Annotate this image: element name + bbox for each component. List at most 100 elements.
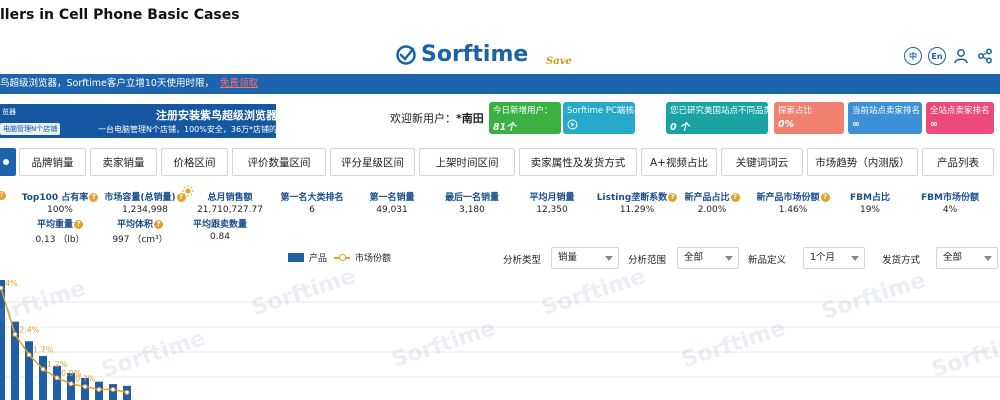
tab-active[interactable] (0, 148, 16, 176)
help-icon[interactable]: ? (730, 193, 740, 202)
chart-share-point[interactable] (12, 331, 18, 337)
ad-left: 览器 电脑管理N个店铺 (0, 106, 66, 136)
user-icon[interactable] (952, 47, 970, 65)
header-icons: 中 En (904, 47, 994, 65)
chart-share-point[interactable] (110, 387, 116, 392)
notice-bar: 鸟超级浏览器，Sorftime客户立增10天使用时限， 免费领取 (0, 74, 1000, 94)
chart-share-point[interactable] (96, 387, 102, 392)
tab-rating-range[interactable]: 评分星级区间 (330, 148, 415, 176)
help-icon[interactable]: ? (89, 193, 99, 202)
chart-share-point[interactable] (0, 285, 4, 291)
language-zh-icon[interactable]: 中 (904, 47, 922, 65)
stat-card-value: 0 个 (670, 122, 690, 133)
metric-top100-share: Top100 占有率? 100% (20, 190, 100, 215)
metric-avg-weight: 平均重量? 0.13 （lb） (35, 220, 85, 245)
tab-seller-sales[interactable]: 卖家销量 (90, 148, 157, 176)
brand-name: Sorftime (421, 42, 529, 67)
ad-top-left: 览器 (2, 108, 16, 116)
metric-fbm-share: FBM市场份额 4% (921, 193, 979, 215)
metric-market-capacity: 市场容量(总销量)? 1,234,998 (100, 190, 190, 215)
language-en-icon[interactable]: En (928, 47, 946, 65)
stat-card-site-rank[interactable]: 当前站点卖家排名 ∞ (848, 102, 922, 134)
stat-card-all-rank[interactable]: 全站点卖家排名 ∞ (926, 102, 994, 134)
welcome-name: *南田 (456, 112, 484, 125)
welcome-text: 欢迎新用户：*南田 (390, 110, 484, 126)
notice-text: 鸟超级浏览器，Sorftime客户立增10天使用时限， (0, 78, 214, 89)
chart-share-point[interactable] (124, 389, 130, 395)
legend-line-marker[interactable] (339, 254, 346, 261)
stat-card-pc-features[interactable]: Sorftime PC端核心功能 (563, 102, 635, 134)
brand-bar: Sorftime Save 中 En (0, 38, 1000, 74)
new-def-select[interactable]: 1个月 (803, 247, 865, 269)
metric-avg-monthly-sales: 平均月销量 12,350 (529, 193, 575, 215)
page-title: llers in Cell Phone Basic Cases (0, 7, 240, 23)
notice-link[interactable]: 免费领取 (220, 78, 258, 89)
stat-card-explore-ratio[interactable]: 探索占比 0% (774, 102, 844, 134)
help-icon[interactable]: ? (820, 193, 830, 202)
ad-small-tag: 电脑管理N个店铺 (0, 123, 61, 135)
link-icon[interactable] (976, 47, 994, 65)
ship-select[interactable]: 全部 (936, 247, 998, 269)
stat-card-title: 全站点卖家排名 (930, 106, 990, 116)
tab-seller-attributes[interactable]: 卖家属性及发货方式 (519, 148, 637, 176)
chevron-down-icon (851, 256, 859, 261)
analysis-range-label: 分析范围 (628, 255, 667, 266)
stat-card-new-users[interactable]: 今日新增用户： 81个 (489, 102, 561, 134)
stat-card-categories[interactable]: 您已研究美国站点不同品类 0 个 (666, 102, 768, 134)
chevron-down-icon (984, 256, 992, 261)
ad-headline: 注册安装紫鸟超级浏览器 (156, 109, 276, 122)
ship-label: 发货方式 (882, 255, 921, 266)
sorftime-logo-icon (396, 44, 416, 65)
help-icon[interactable]: ? (74, 220, 83, 229)
analysis-range-select[interactable]: 全部 (677, 247, 739, 269)
tab-keyword-cloud[interactable]: 关键词词云 (721, 148, 803, 176)
metric-top-rank: 第一名大类排名 6 (280, 193, 344, 215)
metric-top-sales: 第一名销量 49,031 (369, 193, 415, 215)
tab-brand-sales[interactable]: 品牌销量 (19, 148, 86, 176)
chart-area: Sorftime Sorftime Sorftime Sorftime Sorf… (0, 264, 1000, 400)
chart-share-point[interactable] (40, 366, 46, 372)
tab-price-range[interactable]: 价格区间 (161, 148, 228, 176)
metric-edge-icon: ? (0, 190, 6, 201)
analysis-tabs: 品牌销量 卖家销量 价格区间 评价数量区间 评分星级区间 上架时间区间 卖家属性… (0, 148, 1000, 176)
stat-card-title: 今日新增用户： (493, 106, 553, 116)
tab-listing-time[interactable]: 上架时间区间 (419, 148, 515, 176)
play-icon (567, 119, 631, 133)
chart-data-label: 4% (5, 279, 18, 288)
metric-avg-followers: 平均跟卖数量 0.84 (192, 220, 247, 242)
ad-subline: 一台电脑管理N个店铺，100%安全，36万*店铺的选择 (98, 125, 276, 134)
legend-bar-label[interactable]: 产品 (309, 251, 327, 264)
tab-product-list[interactable]: 产品列表 (922, 148, 994, 176)
brand-logo: Sorftime (395, 42, 528, 67)
tab-market-trend[interactable]: 市场趋势（内测版） (807, 148, 918, 176)
new-def-label: 新品定义 (748, 255, 787, 266)
legend-line-label[interactable]: 市场份额 (355, 251, 391, 264)
ad-banner[interactable]: 览器 电脑管理N个店铺 注册安装紫鸟超级浏览器 一台电脑管理N个店铺，100%安… (0, 104, 276, 138)
chart-bar[interactable] (39, 355, 47, 400)
chart-share-point[interactable] (68, 381, 74, 387)
chart-data-label: 2.4% (19, 325, 40, 334)
save-button[interactable]: Save (546, 56, 572, 67)
chart-data-label: 1.7% (33, 346, 54, 355)
metric-monthly-revenue: 总月销售额 21,710,727.77 (197, 193, 263, 215)
metric-avg-volume: 平均体积? 997 （cm³） (112, 220, 168, 245)
stat-card-title: 当前站点卖家排名 (852, 106, 921, 116)
chart-data-label: 1.2% (47, 360, 68, 369)
chart-share-point[interactable] (54, 375, 60, 381)
stat-card-value: 0% (778, 119, 795, 130)
chart-share-point[interactable] (26, 352, 32, 358)
chart-share-point[interactable] (82, 384, 88, 390)
help-icon[interactable]: ? (154, 220, 163, 229)
chevron-down-icon (725, 256, 733, 261)
metric-fbm-ratio: FBM占比 19% (850, 193, 890, 215)
metric-new-product-share: 新产品市场份额? 1.46% (748, 190, 838, 215)
legend-bar-swatch[interactable] (288, 253, 304, 262)
chart-bar[interactable] (109, 384, 117, 400)
stat-card-title: Sorftime PC端核心功能 (567, 106, 635, 116)
chart-bar[interactable] (53, 365, 61, 400)
stat-card-title: 您已研究美国站点不同品类 (670, 106, 768, 116)
tab-review-count[interactable]: 评价数量区间 (232, 148, 326, 176)
tab-a-plus-video[interactable]: A+视频占比 (641, 148, 717, 176)
analysis-type-select[interactable]: 销量 (551, 247, 619, 269)
metric-new-product-ratio: 新产品占比? 2.00% (676, 190, 748, 215)
